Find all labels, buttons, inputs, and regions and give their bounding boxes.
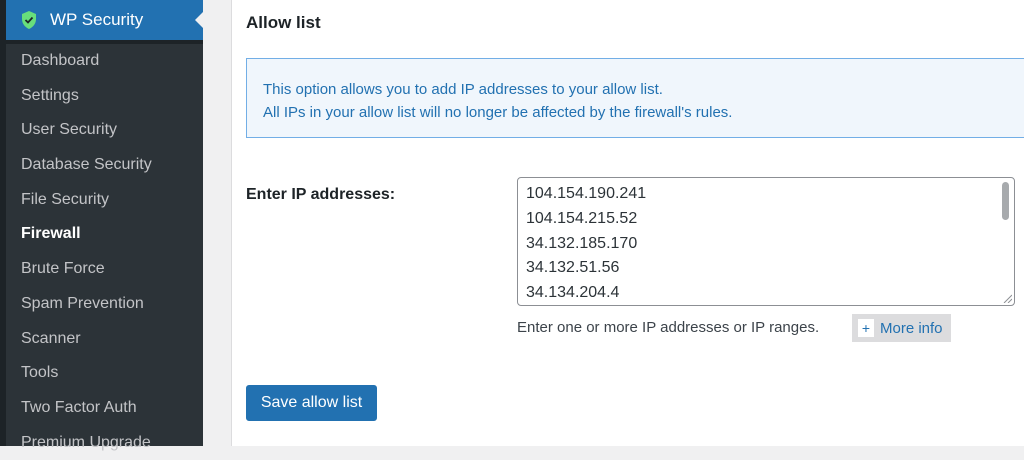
save-allow-list-button[interactable]: Save allow list bbox=[246, 385, 377, 421]
sidebar-item-user-security[interactable]: User Security bbox=[6, 113, 203, 148]
sidebar-item-spam-prevention[interactable]: Spam Prevention bbox=[6, 287, 203, 322]
more-info-label: More info bbox=[880, 319, 943, 337]
admin-sidebar: WP Security Dashboard Settings User Secu… bbox=[0, 0, 204, 451]
ip-address-line: 104.154.215.52 bbox=[526, 209, 638, 227]
more-info-button[interactable]: + More info bbox=[852, 314, 951, 342]
info-line-1: This option allows you to add IP address… bbox=[263, 81, 663, 98]
sidebar-title: WP Security bbox=[50, 10, 144, 29]
sidebar-item-scanner[interactable]: Scanner bbox=[6, 322, 203, 357]
ip-address-line: 34.134.204.4 bbox=[526, 284, 620, 302]
ip-address-line: 34.132.185.170 bbox=[526, 234, 638, 252]
ip-addresses-label: Enter IP addresses: bbox=[246, 186, 396, 203]
sidebar-header-wp-security[interactable]: WP Security bbox=[6, 0, 204, 40]
ip-address-line: 104.154.190.241 bbox=[526, 185, 647, 202]
shield-check-icon bbox=[22, 11, 36, 29]
resize-handle-icon[interactable] bbox=[1002, 293, 1012, 303]
ip-address-list: 104.154.190.241 104.154.215.52 34.132.18… bbox=[518, 178, 1014, 305]
info-notice: This option allows you to add IP address… bbox=[246, 58, 1024, 138]
sidebar-submenu: Dashboard Settings User Security Databas… bbox=[6, 44, 203, 451]
sidebar-item-file-security[interactable]: File Security bbox=[6, 183, 203, 218]
ip-help-text: Enter one or more IP addresses or IP ran… bbox=[517, 319, 820, 336]
sidebar-item-database-security[interactable]: Database Security bbox=[6, 148, 203, 183]
sidebar-item-premium-upgrade[interactable]: Premium Upgrade bbox=[6, 426, 203, 460]
main-content: Allow list This option allows you to add… bbox=[203, 0, 1024, 446]
ip-address-line: 34.132.51.56 bbox=[526, 259, 620, 277]
ip-addresses-textarea[interactable]: 104.154.190.241 104.154.215.52 34.132.18… bbox=[517, 177, 1015, 306]
info-line-2: All IPs in your allow list will no longe… bbox=[263, 104, 733, 121]
textarea-scrollbar[interactable] bbox=[1000, 180, 1012, 303]
sidebar-item-brute-force[interactable]: Brute Force bbox=[6, 252, 203, 287]
sidebar-item-two-factor-auth[interactable]: Two Factor Auth bbox=[6, 391, 203, 426]
section-title: Allow list bbox=[246, 13, 321, 32]
plus-icon: + bbox=[858, 319, 874, 337]
sidebar-item-firewall[interactable]: Firewall bbox=[6, 217, 203, 252]
scrollbar-thumb[interactable] bbox=[1002, 182, 1009, 220]
sidebar-item-dashboard[interactable]: Dashboard bbox=[6, 44, 203, 79]
sidebar-item-settings[interactable]: Settings bbox=[6, 79, 203, 114]
allow-list-panel: Allow list This option allows you to add… bbox=[231, 0, 1024, 446]
sidebar-item-tools[interactable]: Tools bbox=[6, 356, 203, 391]
